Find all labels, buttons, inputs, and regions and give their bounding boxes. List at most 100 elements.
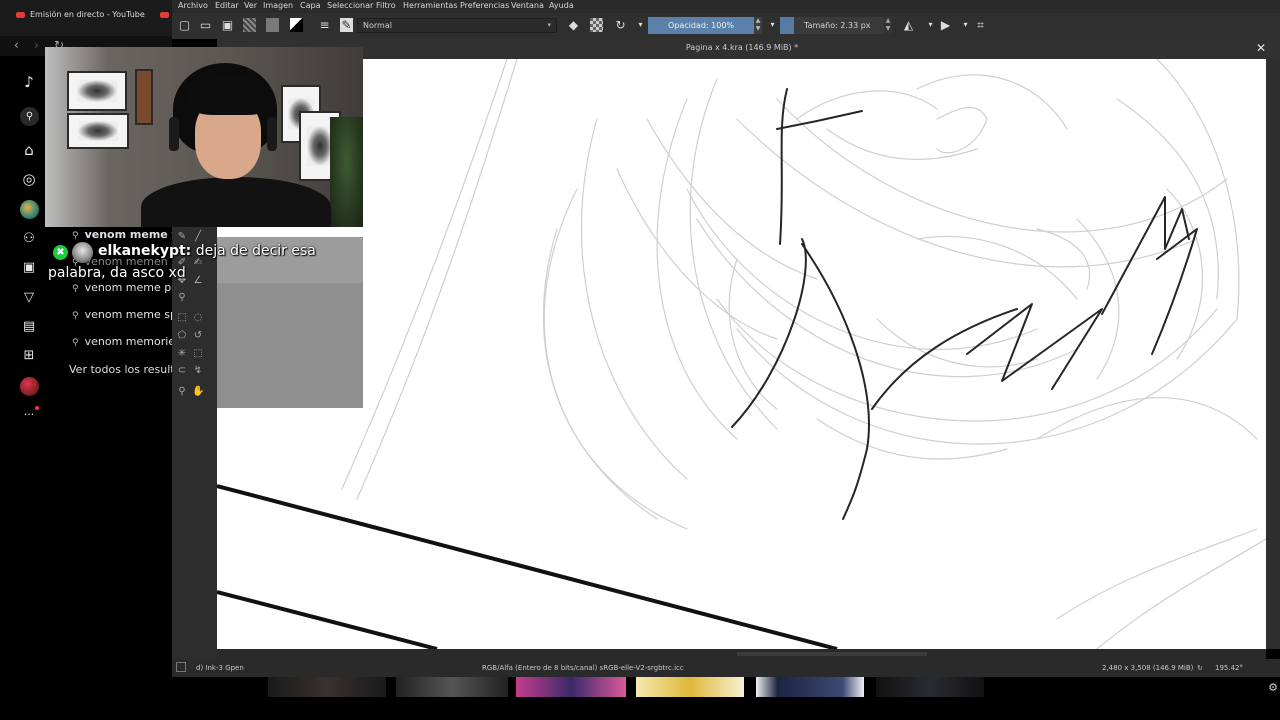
similar-select-icon[interactable]: ⬚ bbox=[192, 348, 204, 360]
taskbar-thumbnail[interactable] bbox=[516, 677, 626, 697]
menu-imagen[interactable]: Imagen bbox=[263, 1, 293, 10]
zoom-icon[interactable]: ⚲ bbox=[176, 386, 188, 398]
search-icon[interactable]: ⚲ bbox=[20, 107, 39, 126]
chat-avatar bbox=[72, 242, 93, 263]
magic-wand-icon[interactable]: ✳ bbox=[176, 348, 188, 360]
live-icon[interactable]: ▣ bbox=[20, 259, 38, 277]
avatar[interactable] bbox=[20, 200, 39, 219]
taskbar-thumbnail[interactable] bbox=[396, 677, 508, 697]
taskbar-thumbnail[interactable] bbox=[876, 677, 984, 697]
youtube-icon[interactable] bbox=[160, 12, 169, 18]
chevron-down-icon[interactable]: ▾ bbox=[959, 18, 972, 32]
browser-tab-title: Emisión en directo - YouTube bbox=[30, 10, 145, 19]
assistant-icon[interactable]: ⚲ bbox=[176, 292, 188, 304]
menu-seleccionar[interactable]: Seleccionar bbox=[327, 1, 373, 10]
moderator-badge-icon: ✖ bbox=[53, 245, 68, 260]
krita-toolbox: ✎ ╱ ✐ ✍ ✥ ∠ ⚲ ⬚ ◌ ⬠ ↺ ✳ ⬚ ⊂ ↯ ⚲ ✋ bbox=[172, 227, 217, 677]
image-dimensions: 2,480 x 3,508 (146.9 MiB) bbox=[1102, 664, 1194, 672]
magnetic-select-icon[interactable]: ↯ bbox=[192, 365, 204, 377]
following-icon[interactable]: ⚇ bbox=[20, 230, 38, 248]
chat-username: elkanekypt: bbox=[98, 243, 192, 259]
upload-icon[interactable]: ⊞ bbox=[20, 347, 38, 365]
pan-hand-icon[interactable]: ✋ bbox=[192, 386, 204, 398]
polygon-select-icon[interactable]: ⬠ bbox=[176, 330, 188, 342]
suggestion-text: venom meme sp bbox=[84, 308, 172, 321]
color-swap-icon[interactable] bbox=[290, 18, 303, 32]
menu-editar[interactable]: Editar bbox=[215, 1, 239, 10]
menu-archivo[interactable]: Archivo bbox=[178, 1, 208, 10]
gradient-icon[interactable] bbox=[243, 18, 256, 32]
menu-preferencias[interactable]: Preferencias bbox=[460, 1, 509, 10]
opacity-spinner[interactable]: ▲ ▼ bbox=[754, 17, 762, 34]
chat-message: elkanekypt: deja de decir esa palabra, d… bbox=[48, 240, 348, 284]
rect-select-icon[interactable]: ⬚ bbox=[176, 312, 188, 324]
crop-icon[interactable]: ⌗ bbox=[974, 18, 987, 32]
menu-herramientas[interactable]: Herramientas bbox=[403, 1, 458, 10]
scrollbar-thumb[interactable] bbox=[737, 652, 927, 656]
streamer-fringe bbox=[187, 75, 273, 115]
size-slider[interactable]: Tamaño: 2.33 px bbox=[794, 17, 884, 34]
browser-tab-strip: Emisión en directo - YouTube bbox=[0, 0, 172, 36]
brush-preset-icon[interactable]: ✎ bbox=[340, 18, 353, 32]
tiktok-icon[interactable]: ♪ bbox=[20, 73, 38, 91]
send-icon[interactable]: ▽ bbox=[20, 289, 38, 307]
youtube-icon bbox=[16, 11, 25, 18]
canvas-rotation: 195.42° bbox=[1215, 664, 1243, 672]
taskbar-thumbnail[interactable] bbox=[756, 677, 864, 697]
suggestion-item[interactable]: ⚲ venom memories bbox=[72, 335, 172, 348]
artwork-frame bbox=[135, 69, 153, 125]
opacity-slider[interactable]: Opacidad: 100% bbox=[648, 17, 754, 34]
browser-tab[interactable]: Emisión en directo - YouTube bbox=[16, 10, 145, 19]
bezier-select-icon[interactable]: ⊂ bbox=[176, 365, 188, 377]
plant bbox=[330, 117, 363, 227]
rotate-icon[interactable]: ↻ bbox=[1197, 664, 1203, 672]
size-slider-fill[interactable] bbox=[780, 17, 794, 34]
brush-settings-icon[interactable]: ≡ bbox=[318, 18, 331, 32]
chevron-down-icon[interactable]: ▾ bbox=[634, 18, 647, 32]
eraser-icon[interactable]: ◆ bbox=[567, 18, 580, 32]
horizontal-scrollbar[interactable] bbox=[217, 649, 1266, 659]
taskbar-thumbnail[interactable] bbox=[636, 677, 744, 697]
search-icon: ⚲ bbox=[72, 311, 79, 321]
canvas-artwork bbox=[217, 59, 1266, 649]
new-document-icon[interactable]: ▢ bbox=[178, 18, 191, 32]
krita-menubar: Archivo Editar Ver Imagen Capa Seleccion… bbox=[172, 0, 1280, 13]
headset-left bbox=[169, 117, 179, 151]
save-icon[interactable]: ▣ bbox=[221, 18, 234, 32]
size-spinner[interactable]: ▲ ▼ bbox=[884, 17, 892, 34]
blend-mode-value: Normal bbox=[363, 21, 392, 30]
blend-mode-select[interactable]: Normal ▾ bbox=[357, 18, 557, 33]
vertical-scrollbar[interactable] bbox=[1266, 59, 1280, 649]
menu-filtro[interactable]: Filtro bbox=[376, 1, 396, 10]
close-document-button[interactable]: ✕ bbox=[1256, 41, 1266, 55]
menu-ayuda[interactable]: Ayuda bbox=[549, 1, 574, 10]
alpha-lock-icon[interactable] bbox=[590, 18, 603, 32]
pattern-icon[interactable] bbox=[266, 18, 279, 32]
menu-ventana[interactable]: Ventana bbox=[511, 1, 544, 10]
drawing-canvas[interactable] bbox=[217, 59, 1266, 649]
chevron-down-icon[interactable]: ▾ bbox=[766, 18, 779, 32]
menu-capa[interactable]: Capa bbox=[300, 1, 320, 10]
chevron-down-icon[interactable]: ▾ bbox=[924, 18, 937, 32]
active-brush: d) Ink-3 Gpen bbox=[196, 664, 244, 672]
messages-icon[interactable]: ▤ bbox=[20, 318, 38, 336]
freehand-select-icon[interactable]: ↺ bbox=[192, 330, 204, 342]
explore-icon[interactable]: ◎ bbox=[20, 170, 38, 188]
open-folder-icon[interactable]: ▭ bbox=[199, 18, 212, 32]
see-all-results-link[interactable]: Ver todos los resultados bbox=[69, 363, 172, 376]
home-icon[interactable]: ⌂ bbox=[20, 141, 38, 159]
reload-preset-icon[interactable]: ↻ bbox=[614, 18, 627, 32]
screen: Emisión en directo - YouTube ‹ › ↻ ♪ ⚲ ⌂… bbox=[0, 0, 1280, 720]
back-icon[interactable]: ‹ bbox=[14, 38, 19, 52]
mirror-horizontal-icon[interactable]: ◭ bbox=[902, 18, 915, 32]
artwork-frame bbox=[67, 113, 129, 149]
profile-avatar[interactable] bbox=[20, 377, 39, 396]
suggestion-item[interactable]: ⚲ venom meme sp bbox=[72, 308, 172, 321]
gear-icon[interactable]: ⚙ bbox=[1268, 681, 1278, 694]
menu-ver[interactable]: Ver bbox=[244, 1, 257, 10]
taskbar-thumbnail[interactable] bbox=[268, 677, 386, 697]
forward-icon[interactable]: › bbox=[34, 38, 39, 52]
ellipse-select-icon[interactable]: ◌ bbox=[192, 312, 204, 324]
mirror-vertical-icon[interactable]: ▶ bbox=[939, 18, 952, 32]
headset-right bbox=[267, 117, 277, 151]
